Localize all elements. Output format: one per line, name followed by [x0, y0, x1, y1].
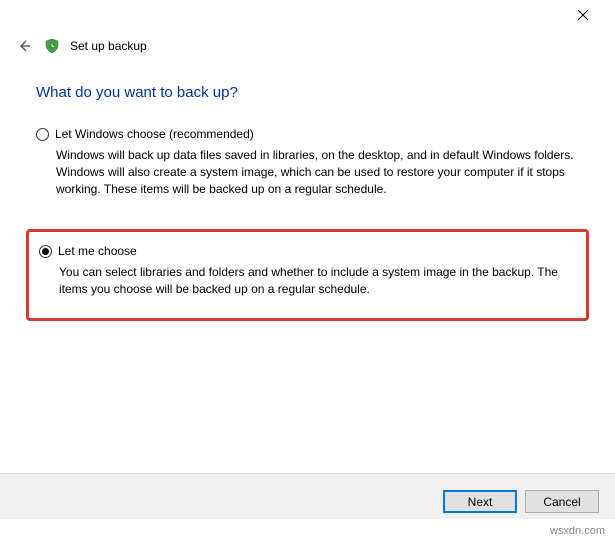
back-button[interactable] — [14, 36, 34, 56]
close-icon — [578, 10, 588, 20]
option-description: You can select libraries and folders and… — [59, 264, 576, 298]
option-label: Let me choose — [58, 244, 137, 258]
radio-let-me-choose[interactable] — [39, 245, 52, 258]
highlight-annotation: Let me choose You can select libraries a… — [26, 229, 589, 321]
close-button[interactable] — [563, 1, 603, 29]
next-button[interactable]: Next — [443, 490, 517, 513]
shield-icon — [44, 38, 60, 54]
option-windows-choose[interactable]: Let Windows choose (recommended) Windows… — [36, 123, 579, 207]
arrow-left-icon — [16, 38, 32, 54]
option-label: Let Windows choose (recommended) — [55, 127, 254, 141]
radio-windows-choose[interactable] — [36, 128, 49, 141]
watermark: wsxdn.com — [550, 525, 605, 537]
wizard-header: Set up backup — [0, 30, 615, 74]
option-description: Windows will back up data files saved in… — [56, 147, 576, 197]
wizard-footer: Next Cancel — [0, 473, 615, 519]
page-heading: What do you want to back up? — [36, 84, 579, 101]
option-let-me-choose[interactable]: Let me choose You can select libraries a… — [39, 240, 576, 308]
window-title: Set up backup — [70, 39, 147, 53]
cancel-button[interactable]: Cancel — [525, 490, 599, 513]
